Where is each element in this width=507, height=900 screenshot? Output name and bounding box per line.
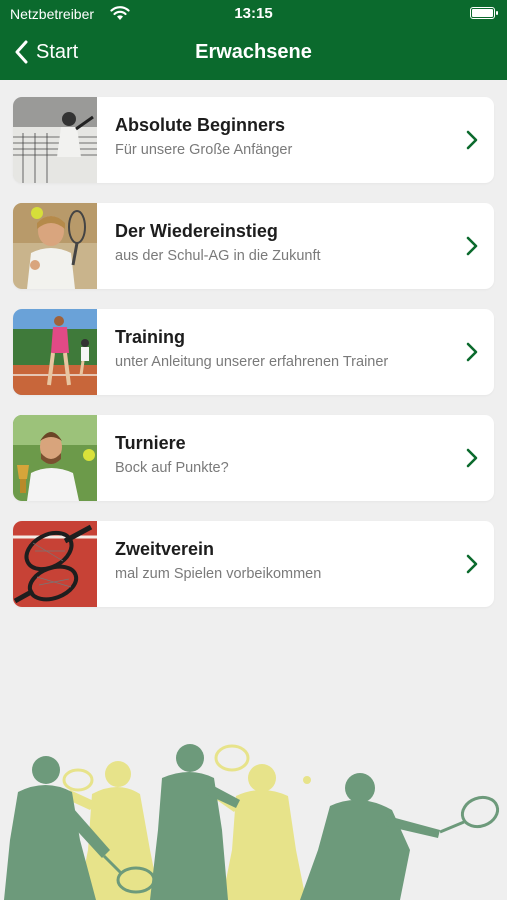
navigation-header: Netzbetreiber 13:15 Start Erwachsene — [0, 0, 507, 80]
item-subtitle: Bock auf Punkte? — [115, 460, 229, 476]
chevron-right-icon — [466, 130, 478, 150]
chevron-right-icon — [466, 236, 478, 256]
thumbnail-image — [13, 309, 97, 395]
item-title: Zweitverein — [115, 539, 215, 559]
tennis-players-illustration — [0, 730, 507, 900]
item-title: Der Wiedereinstieg — [115, 221, 278, 241]
list-item-absolute-beginners[interactable]: Absolute Beginners Für unsere Große Anfä… — [13, 97, 494, 183]
item-subtitle: mal zum Spielen vorbeikommen — [115, 566, 322, 582]
thumbnail-image — [13, 415, 97, 501]
item-title: Training — [115, 327, 186, 347]
list-item-der-wiedereinstieg[interactable]: Der Wiedereinstieg aus der Schul-AG in d… — [13, 203, 494, 289]
list-item-turniere[interactable]: Turniere Bock auf Punkte? — [13, 415, 494, 501]
thumbnail-image — [13, 97, 97, 183]
thumbnail-image — [13, 521, 97, 607]
chevron-right-icon — [466, 448, 478, 468]
item-title: Turniere — [115, 433, 186, 453]
battery-icon — [470, 7, 498, 19]
item-subtitle: Für unsere Große Anfänger — [115, 142, 293, 158]
item-subtitle: aus der Schul-AG in die Zukunft — [115, 248, 321, 264]
item-title: Absolute Beginners — [115, 115, 286, 135]
chevron-right-icon — [466, 554, 478, 574]
category-list: Absolute Beginners Für unsere Große Anfä… — [13, 97, 494, 627]
clock: 13:15 — [234, 5, 273, 22]
thumbnail-image — [13, 203, 97, 289]
page-title: Erwachsene — [195, 41, 312, 63]
list-item-zweitverein[interactable]: Zweitverein mal zum Spielen vorbeikommen — [13, 521, 494, 607]
chevron-right-icon — [466, 342, 478, 362]
list-item-training[interactable]: Training unter Anleitung unserer erfahre… — [13, 309, 494, 395]
status-bar: Netzbetreiber 13:15 — [0, 0, 507, 28]
item-subtitle: unter Anleitung unserer erfahrenen Train… — [115, 354, 389, 370]
